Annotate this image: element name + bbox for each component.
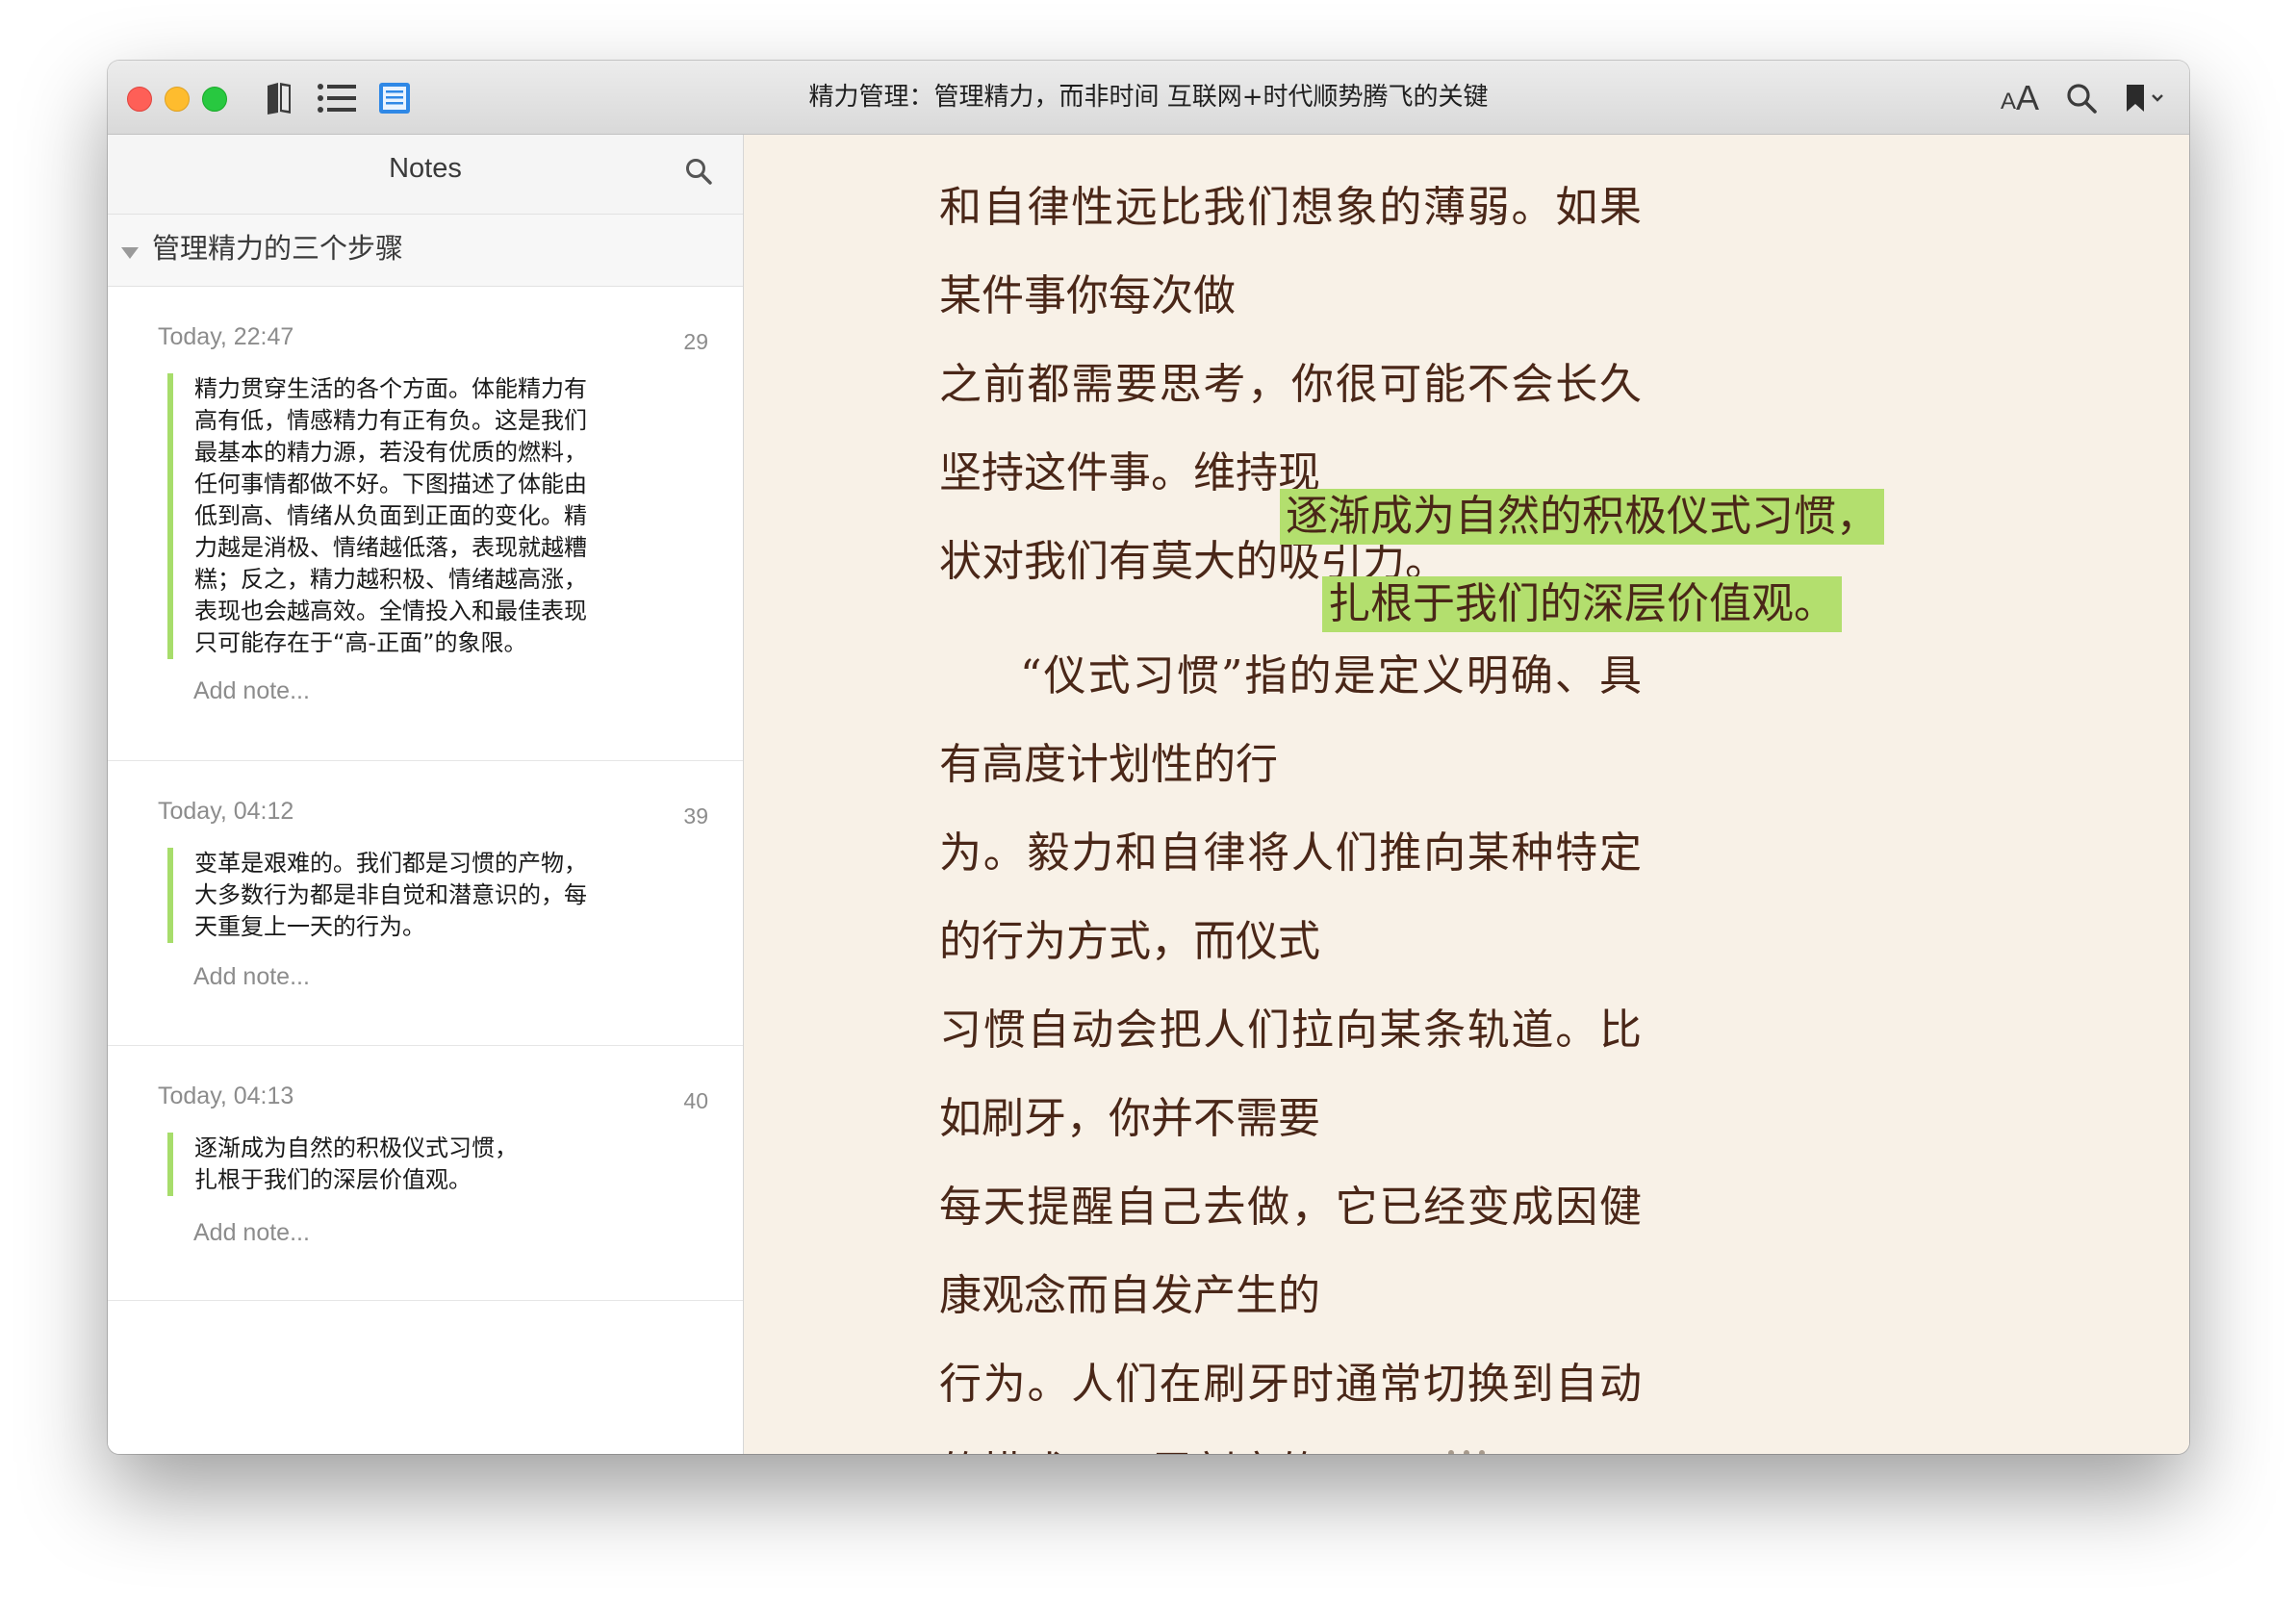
note-line: 任何事情都做不好。下图描述了体能由 <box>194 471 587 497</box>
text-line: 和自律性远比我们想象的薄弱。如果某件事你每次做 <box>939 183 1642 320</box>
highlighted-text[interactable]: 扎根于我们的深层价值观。 <box>1322 576 1842 632</box>
note-line: 变革是艰难的。我们都是习惯的产物， <box>194 850 587 877</box>
note-line: 力越是消极、情绪越低落，表现就越糟 <box>194 534 587 561</box>
note-line: 大多数行为都是非自觉和潜意识的，每 <box>194 881 587 908</box>
add-note-field[interactable]: Add note... <box>193 963 310 991</box>
add-note-field[interactable]: Add note... <box>193 677 310 705</box>
chapter-group[interactable]: 管理精力的三个步骤 <box>108 215 743 287</box>
note-line: 表现也会越高效。全情投入和最佳表现 <box>194 598 587 624</box>
text-line: 习惯自动会把人们拉向某条轨道。比如刷牙，你并不需要 <box>939 1006 1642 1143</box>
highlighted-text[interactable]: 逐渐成为自然的积极仪式习惯， <box>1280 489 1884 545</box>
note-line: 逐渐成为自然的积极仪式习惯， <box>194 1134 518 1161</box>
text-line: 为。毅力和自律将人们推向某种特定的行为方式，而仪式 <box>939 828 1642 966</box>
book-title: 精力管理：管理精力，而非时间 互联网+时代顺势腾飞的关键 <box>808 83 1489 112</box>
note-line: 最基本的精力源，若没有优质的燃料， <box>194 439 587 466</box>
notes-header-label: Notes <box>389 153 462 184</box>
notes-sidebar: Notes 管理精力的三个步骤 Today, 22:47 29 精力贯穿生活的各… <box>108 135 744 1454</box>
note-date: Today, 04:12 <box>158 798 294 825</box>
note-line: 只可能存在于“高-正面”的象限。 <box>194 629 527 656</box>
more-dots-icon[interactable] <box>744 1443 2189 1454</box>
bookmark-icon[interactable] <box>2121 78 2173 118</box>
text-line: 每天提醒自己去做，它已经变成因健康观念而自发产生的 <box>939 1183 1642 1320</box>
search-icon[interactable] <box>2061 78 2102 118</box>
paragraph: “仪式习惯”指的是定义明确、具有高度计划性的行 为。毅力和自律将人们推向某种特定… <box>939 632 1642 1454</box>
text-line: “仪式习惯”指的是定义明确、具有高度计划性的行 <box>939 651 1642 789</box>
note-highlight-text: 变革是艰难的。我们都是习惯的产物， 大多数行为都是非自觉和潜意识的，每 天重复上… <box>167 848 643 943</box>
notes-search-icon[interactable] <box>685 158 712 190</box>
note-line: 高有低，情感精力有正有负。这是我们 <box>194 407 587 434</box>
note-line: 扎根于我们的深层价值观。 <box>194 1166 472 1193</box>
text-line: 行为。人们在刷牙时通常切换到自动的模式，不需刻意的 <box>939 1360 1642 1454</box>
note-page-number: 39 <box>683 803 708 828</box>
chapter-title: 管理精力的三个步骤 <box>152 232 404 265</box>
note-line: 天重复上一天的行为。 <box>194 913 425 940</box>
note-line: 糕；反之，精力越积极、情绪越高涨， <box>194 566 587 593</box>
note-page-number: 29 <box>683 329 708 354</box>
book-page: 和自律性远比我们想象的薄弱。如果某件事你每次做 之前都需要思考，你很可能不会长久… <box>744 135 2189 1454</box>
font-size-icon[interactable]: AA <box>1996 78 2044 118</box>
note-item[interactable]: Today, 04:13 40 逐渐成为自然的积极仪式习惯， 扎根于我们的深层价… <box>108 1046 743 1301</box>
disclosure-triangle-icon[interactable] <box>121 247 139 259</box>
note-line: 低到高、情绪从负面到正面的变化。精 <box>194 502 587 529</box>
note-date: Today, 22:47 <box>158 323 294 350</box>
note-page-number: 40 <box>683 1088 708 1113</box>
note-line: 精力贯穿生活的各个方面。体能精力有 <box>194 375 587 402</box>
note-highlight-text: 逐渐成为自然的积极仪式习惯， 扎根于我们的深层价值观。 <box>167 1133 643 1196</box>
notes-header: Notes <box>108 135 743 215</box>
note-item[interactable]: Today, 04:12 39 变革是艰难的。我们都是习惯的产物， 大多数行为都… <box>108 761 743 1046</box>
add-note-field[interactable]: Add note... <box>193 1219 310 1247</box>
note-date: Today, 04:13 <box>158 1083 294 1109</box>
note-item[interactable]: Today, 22:47 29 精力贯穿生活的各个方面。体能精力有 高有低，情感… <box>108 287 743 761</box>
title-bar: 精力管理：管理精力，而非时间 互联网+时代顺势腾飞的关键 AA <box>108 61 2189 135</box>
note-highlight-text: 精力贯穿生活的各个方面。体能精力有 高有低，情感精力有正有负。这是我们 最基本的… <box>167 373 643 659</box>
reader-window: 精力管理：管理精力，而非时间 互联网+时代顺势腾飞的关键 AA Notes 管理… <box>108 61 2189 1454</box>
